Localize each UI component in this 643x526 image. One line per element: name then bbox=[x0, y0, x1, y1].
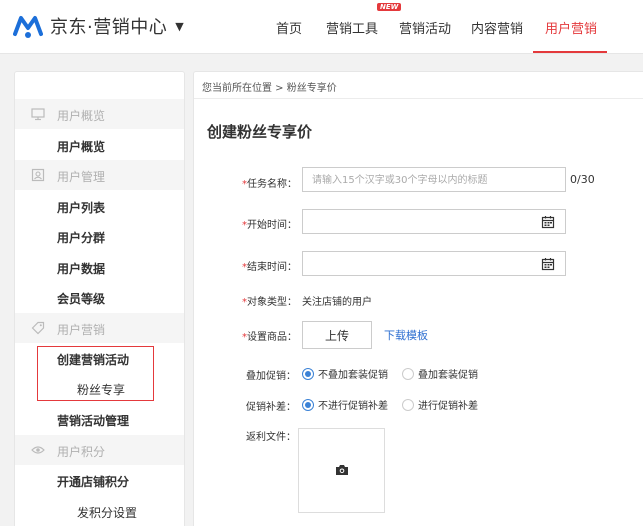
page-title: 创建粉丝专享价 bbox=[207, 123, 313, 141]
nav-marketing-tools[interactable]: 营销工具 bbox=[326, 18, 378, 37]
char-counter: 0/30 bbox=[570, 173, 595, 186]
nav-content-marketing[interactable]: 内容营销 bbox=[471, 18, 523, 37]
camera-icon bbox=[336, 465, 348, 475]
radio-dot[interactable] bbox=[302, 398, 314, 411]
end-time-label: *结束时间： bbox=[242, 258, 297, 273]
sidebar-group-user-marketing: 用户营销 bbox=[15, 313, 184, 343]
sidebar-group-user-points: 用户积分 bbox=[15, 435, 184, 465]
end-time-label-text: 结束时间： bbox=[247, 262, 297, 273]
user-card-icon bbox=[31, 168, 45, 182]
products-label-text: 设置商品： bbox=[247, 332, 297, 343]
radio-promo-diff[interactable]: 进行促销补差 bbox=[402, 397, 478, 412]
sidebar-group-user-management: 用户管理 bbox=[15, 160, 184, 190]
sidebar-item-user-overview[interactable]: 用户概览 bbox=[57, 138, 105, 155]
radio-label: 不叠加套装促销 bbox=[318, 370, 388, 381]
target-type-label-text: 对象类型： bbox=[247, 297, 297, 308]
radio-label: 叠加套装促销 bbox=[418, 370, 478, 381]
target-type-label: *对象类型： bbox=[242, 293, 297, 308]
sidebar-subitem-points-settings[interactable]: 发积分设置 bbox=[77, 504, 137, 521]
sidebar-item-enable-store-points[interactable]: 开通店铺积分 bbox=[57, 473, 129, 490]
stack-promo-label: 叠加促销： bbox=[246, 371, 296, 382]
monitor-icon bbox=[31, 108, 45, 121]
task-name-input[interactable] bbox=[303, 169, 565, 192]
radio-dot[interactable] bbox=[402, 367, 414, 380]
highlight-box bbox=[37, 346, 154, 401]
sidebar-group-label: 用户营销 bbox=[57, 323, 106, 337]
start-time-label: *开始时间： bbox=[242, 216, 297, 231]
download-template-link[interactable]: 下载模板 bbox=[384, 327, 428, 343]
breadcrumb: 您当前所在位置 > 粉丝专享价 bbox=[194, 72, 643, 99]
radio-stack-promo[interactable]: 叠加套装促销 bbox=[402, 366, 478, 381]
sidebar-item-user-segments[interactable]: 用户分群 bbox=[57, 229, 105, 246]
promo-diff-label: 促销补差： bbox=[246, 402, 296, 413]
radio-label: 进行促销补差 bbox=[418, 401, 478, 412]
nav-user-marketing[interactable]: 用户营销 bbox=[545, 18, 597, 37]
sidebar-group-label: 用户概览 bbox=[57, 109, 106, 123]
sidebar-group-label: 用户管理 bbox=[57, 170, 106, 184]
calendar-icon[interactable] bbox=[541, 257, 555, 271]
end-time-field[interactable] bbox=[302, 251, 566, 276]
main-panel: 您当前所在位置 > 粉丝专享价 创建粉丝专享价 *任务名称： 0/30 *开始时… bbox=[193, 71, 643, 526]
radio-no-promo-diff[interactable]: 不进行促销补差 bbox=[302, 397, 388, 412]
eye-icon bbox=[31, 446, 45, 454]
logo-text: 京东·营销中心 bbox=[50, 17, 168, 38]
end-time-input[interactable] bbox=[303, 253, 565, 276]
tag-icon bbox=[31, 321, 45, 335]
nav-marketing-activities[interactable]: 营销活动 bbox=[399, 18, 451, 37]
new-badge: NEW bbox=[377, 3, 402, 11]
sidebar-group-user-overview: 用户概览 bbox=[15, 99, 184, 129]
caret-down-icon[interactable]: ▼ bbox=[175, 20, 183, 33]
sidebar-item-user-data[interactable]: 用户数据 bbox=[57, 260, 105, 277]
start-time-input[interactable] bbox=[303, 211, 565, 234]
sidebar-group-label: 用户积分 bbox=[57, 445, 106, 459]
sidebar-item-campaign-management[interactable]: 营销活动管理 bbox=[57, 412, 129, 429]
logo[interactable]: 京东·营销中心 ▼ bbox=[13, 12, 184, 40]
start-time-label-text: 开始时间： bbox=[247, 220, 297, 231]
nav-active-underline bbox=[533, 51, 607, 53]
radio-dot[interactable] bbox=[302, 367, 314, 380]
top-header: 京东·营销中心 ▼ 首页 营销工具 NEW 营销活动 内容营销 用户营销 bbox=[0, 0, 643, 54]
radio-dot[interactable] bbox=[402, 398, 414, 411]
sidebar-item-user-list[interactable]: 用户列表 bbox=[57, 199, 105, 216]
rebate-file-label: 返利文件： bbox=[246, 432, 296, 443]
task-name-label-text: 任务名称： bbox=[247, 179, 297, 190]
start-time-field[interactable] bbox=[302, 209, 566, 234]
task-name-field[interactable] bbox=[302, 167, 566, 192]
rebate-file-upload[interactable] bbox=[298, 428, 385, 513]
task-name-label: *任务名称： bbox=[242, 175, 297, 190]
nav-home[interactable]: 首页 bbox=[276, 18, 302, 37]
target-type-value: 关注店铺的用户 bbox=[302, 297, 372, 308]
sidebar: 用户概览 用户概览 用户管理 用户列表 用户分群 用户数据 会员等级 用户营销 … bbox=[14, 71, 185, 526]
jd-logo-icon bbox=[13, 16, 43, 38]
radio-no-stack-promo[interactable]: 不叠加套装促销 bbox=[302, 366, 388, 381]
sidebar-item-member-levels[interactable]: 会员等级 bbox=[57, 290, 105, 307]
upload-button[interactable]: 上传 bbox=[302, 321, 372, 349]
calendar-icon[interactable] bbox=[541, 215, 555, 229]
radio-label: 不进行促销补差 bbox=[318, 401, 388, 412]
products-label: *设置商品： bbox=[242, 328, 297, 343]
